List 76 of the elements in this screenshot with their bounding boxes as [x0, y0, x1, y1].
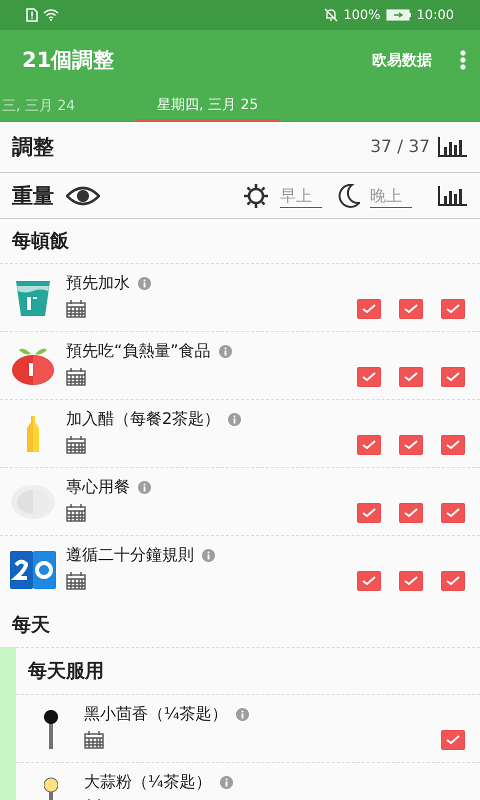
- group-heading: 每天服用: [28, 659, 104, 684]
- apple-icon: [11, 346, 55, 386]
- info-icon[interactable]: [228, 412, 242, 426]
- check-icon: [446, 735, 460, 745]
- check-icon: [404, 372, 418, 382]
- calendar-icon[interactable]: [66, 300, 86, 318]
- clock: 10:00: [416, 8, 454, 22]
- check-icon: [362, 576, 376, 586]
- check-icon: [404, 440, 418, 450]
- checkbox[interactable]: [399, 299, 423, 319]
- info-icon[interactable]: [138, 276, 151, 290]
- check-icon: [362, 372, 376, 382]
- item-title[interactable]: 預先吃“負熱量”食品: [66, 340, 211, 362]
- info-icon[interactable]: [220, 776, 233, 788]
- info-icon[interactable]: [218, 344, 232, 358]
- info-icon[interactable]: [202, 548, 215, 562]
- wifi-icon: [43, 9, 59, 21]
- calendar-icon[interactable]: [66, 504, 86, 522]
- checkbox[interactable]: [399, 503, 423, 523]
- morning-weight-field[interactable]: 早上: [280, 184, 322, 208]
- check-icon: [404, 508, 418, 518]
- item-title[interactable]: 預先加水: [66, 272, 130, 294]
- checkbox[interactable]: [441, 730, 465, 750]
- item-title[interactable]: 加入醋（每餐2茶匙）: [66, 408, 220, 430]
- checkbox[interactable]: [357, 299, 381, 319]
- check-icon: [446, 372, 460, 382]
- more-icon[interactable]: [460, 50, 466, 70]
- info-icon[interactable]: [138, 480, 151, 494]
- check-icon: [446, 576, 460, 586]
- checkbox[interactable]: [399, 571, 423, 591]
- moon-icon: [336, 182, 360, 208]
- check-icon: [446, 440, 460, 450]
- calendar-icon[interactable]: [66, 572, 86, 590]
- section-heading: 重量: [12, 182, 54, 210]
- checkbox[interactable]: [357, 367, 381, 387]
- pin-icon: [44, 708, 58, 748]
- check-icon: [446, 508, 460, 518]
- checkbox[interactable]: [357, 571, 381, 591]
- checkbox[interactable]: [441, 503, 465, 523]
- section-heading: 調整: [12, 134, 55, 161]
- battery-percent: 100%: [343, 8, 381, 22]
- check-icon: [362, 440, 376, 450]
- checkbox[interactable]: [357, 503, 381, 523]
- sim-alert-icon: [26, 8, 38, 22]
- app-title: 21個調整: [22, 47, 116, 74]
- count-label: 37 / 37: [370, 137, 430, 157]
- checkbox[interactable]: [357, 435, 381, 455]
- checkbox[interactable]: [441, 367, 465, 387]
- check-icon: [362, 508, 376, 518]
- eye-icon[interactable]: [66, 186, 100, 206]
- calendar-icon[interactable]: [84, 731, 104, 749]
- section-heading: 每頓飯: [12, 229, 69, 254]
- check-icon: [404, 576, 418, 586]
- battery-icon: [386, 9, 412, 21]
- item-title[interactable]: 專心用餐: [66, 476, 130, 498]
- check-icon: [446, 304, 460, 314]
- item-title[interactable]: 大蒜粉（¼茶匙）: [84, 772, 212, 792]
- item-title[interactable]: 黑小茴香（¼茶匙）: [84, 704, 228, 724]
- info-icon[interactable]: [236, 708, 249, 720]
- evening-weight-field[interactable]: 晚上: [370, 184, 412, 208]
- check-icon: [404, 304, 418, 314]
- item-title[interactable]: 遵循二十分鐘規則: [66, 544, 194, 566]
- bar-chart-icon[interactable]: [438, 137, 468, 157]
- bell-off-icon: [324, 8, 338, 22]
- checkbox[interactable]: [441, 571, 465, 591]
- calendar-icon[interactable]: [66, 368, 86, 386]
- checkbox[interactable]: [441, 299, 465, 319]
- checkbox[interactable]: [441, 435, 465, 455]
- bar-chart-icon[interactable]: [438, 186, 468, 206]
- calendar-icon[interactable]: [66, 436, 86, 454]
- checkbox[interactable]: [399, 435, 423, 455]
- checkbox[interactable]: [399, 367, 423, 387]
- check-icon: [362, 304, 376, 314]
- sun-icon: [242, 182, 270, 210]
- section-heading: 每天: [12, 613, 50, 638]
- number-tile-icon: [10, 550, 56, 588]
